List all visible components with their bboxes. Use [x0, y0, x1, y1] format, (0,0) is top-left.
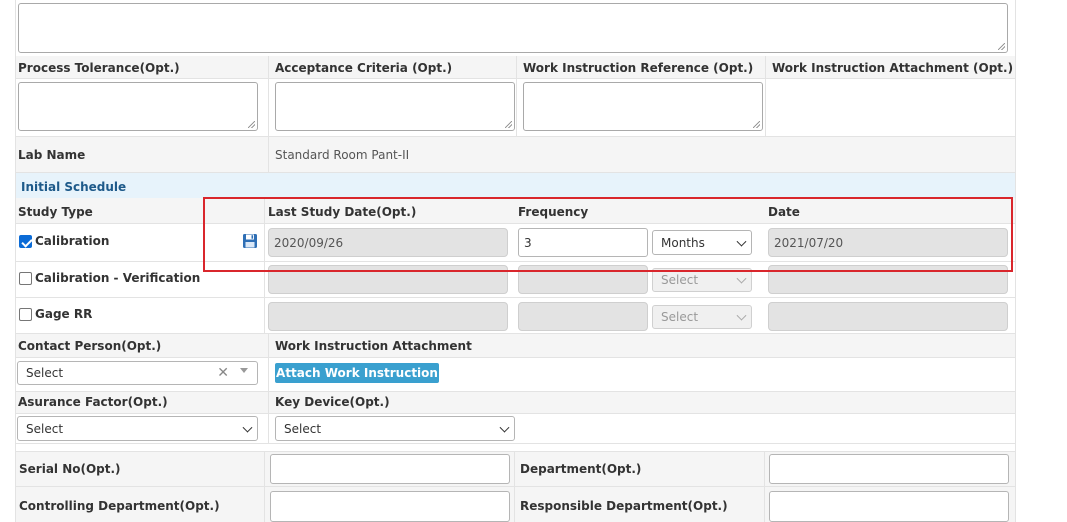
- contact-header-row: [15, 334, 1016, 358]
- key-device-label: Key Device(Opt.): [275, 395, 390, 409]
- lab-name-row: [15, 137, 1016, 173]
- assurance-factor-value: Select: [26, 421, 64, 436]
- chevron-down-icon: [736, 310, 747, 321]
- controlling-department-label: Controlling Department(Opt.): [19, 499, 220, 513]
- column-divider: [268, 56, 269, 173]
- calibration-verification-checkbox[interactable]: [19, 272, 32, 285]
- department-label: Department(Opt.): [520, 462, 642, 476]
- chevron-down-icon: [242, 422, 253, 433]
- wi-reference-textarea[interactable]: [523, 82, 763, 131]
- column-divider: [514, 451, 515, 522]
- initial-schedule-title: Initial Schedule: [21, 180, 127, 194]
- calibration-checkbox[interactable]: [19, 235, 32, 248]
- chevron-down-icon: [736, 273, 747, 284]
- responsible-department-input[interactable]: [769, 491, 1009, 522]
- table-left-border: [15, 0, 16, 522]
- lab-name-value: Standard Room Pant-II: [275, 148, 410, 162]
- assurance-factor-label: Asurance Factor(Opt.): [18, 395, 168, 409]
- process-tolerance-textarea[interactable]: [18, 82, 258, 131]
- highlight-box: [203, 197, 1013, 272]
- table-right-border: [1015, 0, 1016, 522]
- gage-rr-date[interactable]: [768, 302, 1008, 331]
- controlling-department-input[interactable]: [270, 491, 510, 522]
- description-textarea[interactable]: [18, 3, 1008, 53]
- serial-no-input[interactable]: [270, 454, 510, 484]
- gage-rr-label: Gage RR: [35, 307, 93, 321]
- key-device-value: Select: [284, 421, 322, 436]
- serial-no-label: Serial No(Opt.): [19, 462, 121, 476]
- column-divider: [516, 56, 517, 137]
- initial-schedule-section: [15, 173, 1016, 198]
- gage-rr-unit-value: Select: [661, 310, 699, 324]
- key-device-select[interactable]: Select: [275, 416, 515, 441]
- process-tolerance-label: Process Tolerance(Opt.): [18, 61, 180, 75]
- calibration-verification-unit-value: Select: [661, 273, 699, 287]
- calibration-verification-label: Calibration - Verification: [35, 271, 201, 285]
- department-input[interactable]: [769, 454, 1009, 484]
- calibration-label: Calibration: [35, 234, 110, 248]
- wi-attachment-label: Work Instruction Attachment: [275, 339, 472, 353]
- wi-attachment-opt-label: Work Instruction Attachment (Opt.): [772, 61, 1014, 75]
- column-divider: [765, 56, 766, 137]
- gage-rr-checkbox[interactable]: [19, 308, 32, 321]
- attach-work-instruction-button[interactable]: Attach Work Instruction: [275, 363, 439, 383]
- lab-name-label: Lab Name: [18, 148, 86, 162]
- assurance-factor-select[interactable]: Select: [17, 416, 258, 441]
- wi-reference-label: Work Instruction Reference (Opt.): [523, 61, 754, 75]
- chevron-down-icon: [499, 422, 510, 433]
- contact-person-value: Select: [26, 366, 64, 380]
- column-divider: [268, 334, 269, 444]
- column-divider: [764, 451, 765, 522]
- responsible-department-label: Responsible Department(Opt.): [520, 499, 728, 513]
- clear-icon[interactable]: ✕: [217, 365, 229, 381]
- gage-rr-frequency-input[interactable]: [518, 302, 648, 331]
- study-type-header: Study Type: [18, 205, 93, 219]
- gage-rr-last-study-date[interactable]: [268, 302, 508, 331]
- chevron-down-icon[interactable]: [240, 368, 248, 373]
- contact-person-label: Contact Person(Opt.): [18, 339, 162, 353]
- gage-rr-unit-select[interactable]: Select: [652, 305, 752, 329]
- contact-person-select[interactable]: Select ✕: [17, 361, 258, 385]
- acceptance-criteria-textarea[interactable]: [275, 82, 515, 131]
- column-divider: [264, 451, 265, 522]
- acceptance-criteria-label: Acceptance Criteria (Opt.): [275, 61, 453, 75]
